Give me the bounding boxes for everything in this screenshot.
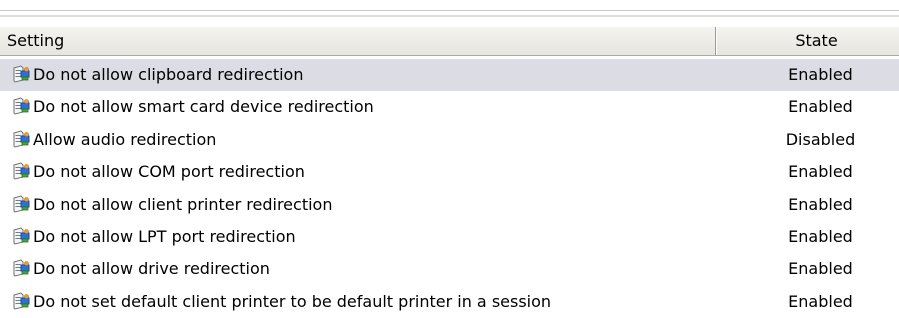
list-item[interactable]: Do not allow client printer redirection … <box>0 189 899 221</box>
column-header-setting[interactable]: Setting <box>0 27 716 55</box>
setting-state: Enabled <box>788 65 853 84</box>
setting-state: Disabled <box>785 129 856 149</box>
setting-name: Do not allow smart card device redirecti… <box>33 97 374 117</box>
column-header-state[interactable]: State <box>718 27 899 55</box>
policy-setting-icon <box>12 130 30 148</box>
settings-list: Do not allow clipboard redirection Enabl… <box>0 59 899 318</box>
policy-setting-icon <box>12 162 30 180</box>
list-item[interactable]: Do not set default client printer to be … <box>0 286 899 318</box>
list-item[interactable]: Do not allow LPT port redirection Enable… <box>0 221 899 253</box>
policy-setting-icon <box>12 65 30 83</box>
divider <box>0 10 899 11</box>
column-header-setting-label: Setting <box>7 31 65 50</box>
list-item[interactable]: Do not allow drive redirection Enabled <box>0 253 899 285</box>
setting-name: Allow audio redirection <box>33 129 217 149</box>
policy-setting-icon <box>12 259 30 277</box>
setting-state: Enabled <box>788 194 853 214</box>
policy-setting-icon <box>12 292 30 310</box>
list-header: Setting State <box>0 26 899 56</box>
setting-state: Enabled <box>788 97 853 117</box>
column-header-state-label: State <box>795 31 838 50</box>
list-item[interactable]: Do not allow smart card device redirecti… <box>0 91 899 123</box>
setting-state: Enabled <box>788 291 853 311</box>
setting-name: Do not allow LPT port redirection <box>33 226 296 246</box>
setting-name: Do not allow client printer redirection <box>33 194 333 214</box>
policy-setting-icon <box>12 195 30 213</box>
policy-setting-icon <box>12 97 30 115</box>
divider <box>0 15 899 17</box>
setting-state: Enabled <box>788 226 853 246</box>
setting-name: Do not set default client printer to be … <box>33 291 552 311</box>
setting-state: Enabled <box>788 162 853 182</box>
setting-name: Do not allow COM port redirection <box>33 162 305 182</box>
setting-name: Do not allow drive redirection <box>33 259 270 279</box>
list-item[interactable]: Allow audio redirection Disabled <box>0 124 899 156</box>
list-item[interactable]: Do not allow COM port redirection Enable… <box>0 156 899 188</box>
policy-setting-icon <box>12 227 30 245</box>
toolbar-strip <box>0 0 899 20</box>
list-item[interactable]: Do not allow clipboard redirection Enabl… <box>0 59 899 92</box>
setting-name: Do not allow clipboard redirection <box>33 65 304 84</box>
setting-state: Enabled <box>788 259 853 279</box>
